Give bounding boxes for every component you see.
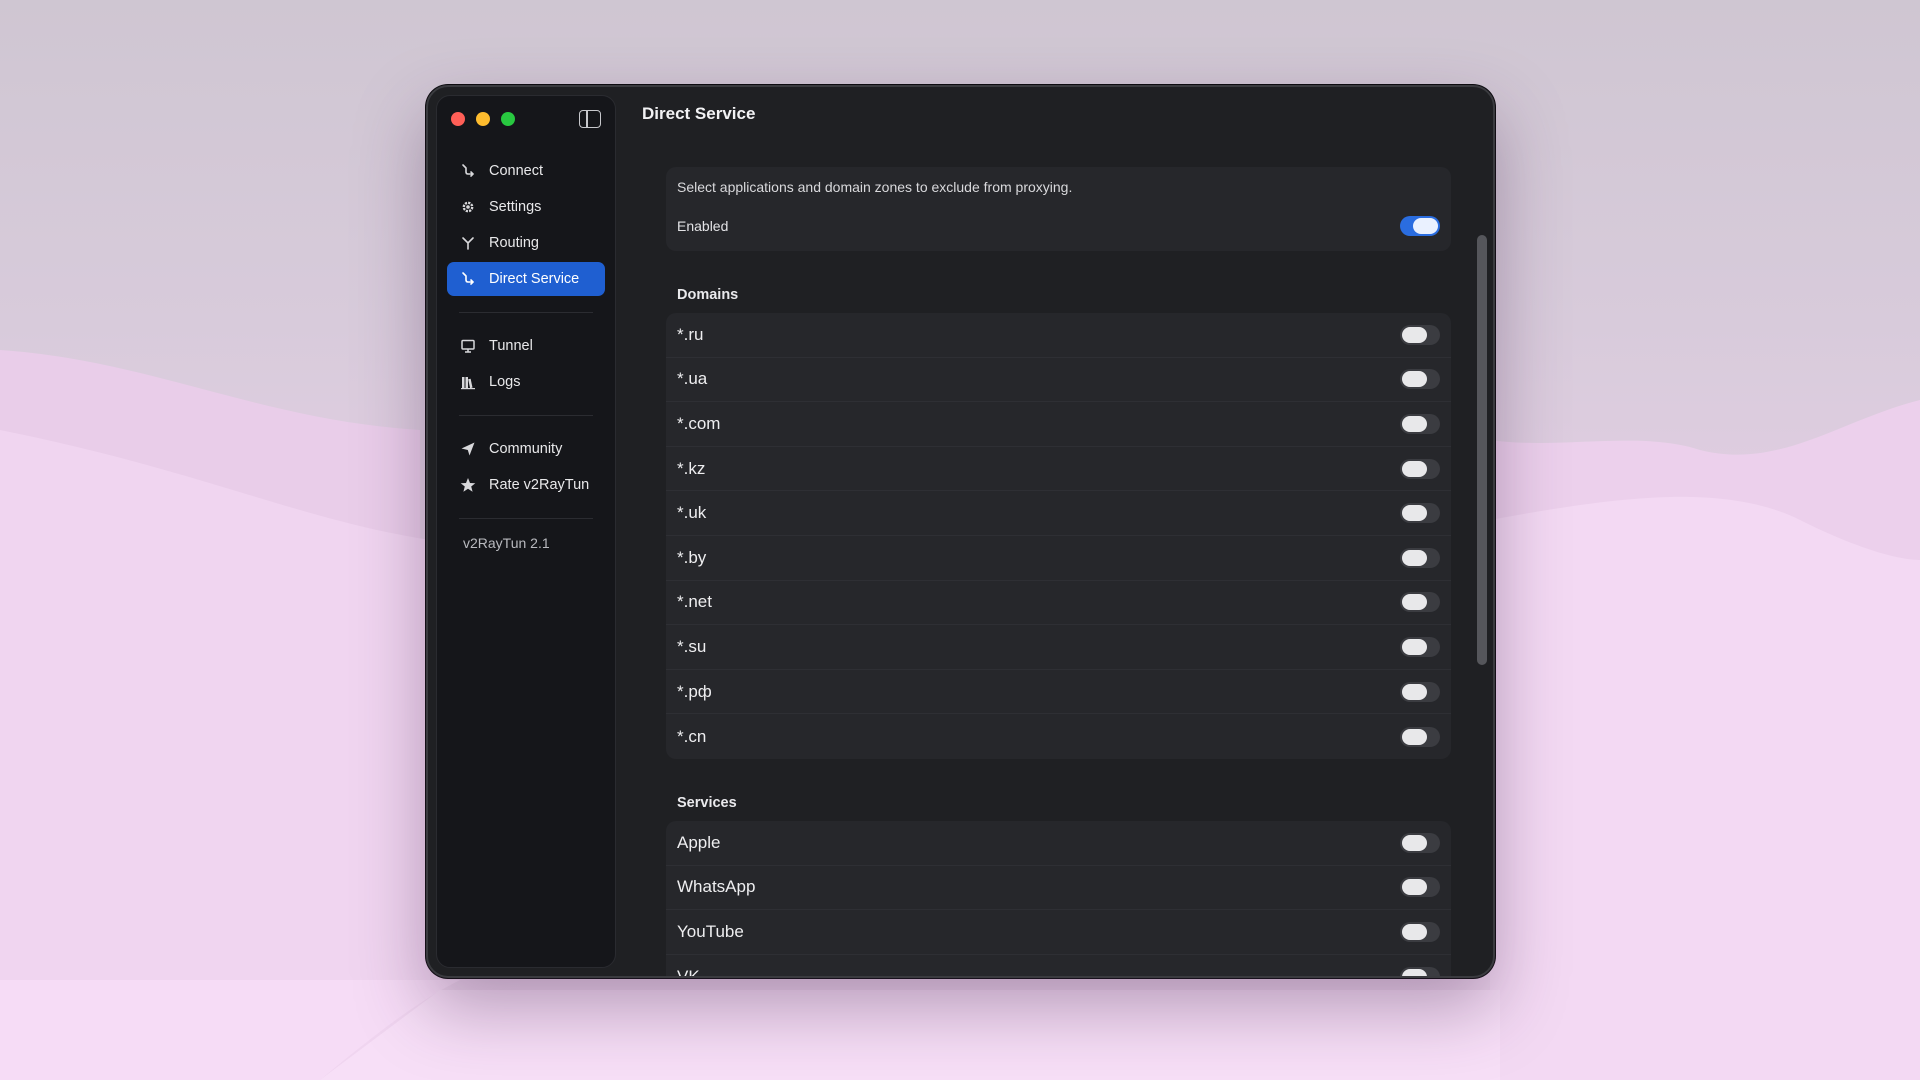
domain-toggle[interactable]	[1400, 726, 1440, 747]
list-item: WhatsApp	[666, 866, 1451, 911]
list-item: *.cn	[666, 714, 1451, 759]
service-label: WhatsApp	[677, 877, 756, 897]
sidebar-item-direct-service[interactable]: Direct Service	[447, 262, 605, 296]
service-toggle[interactable]	[1400, 967, 1440, 976]
domain-toggle[interactable]	[1400, 458, 1440, 479]
gear-icon	[459, 198, 477, 216]
domain-toggle[interactable]	[1400, 636, 1440, 657]
sidebar-item-label: Direct Service	[489, 271, 580, 287]
scrollbar[interactable]	[1477, 235, 1487, 665]
list-item: *.by	[666, 536, 1451, 581]
domain-toggle[interactable]	[1400, 503, 1440, 524]
sidebar-item-connect[interactable]: Connect	[447, 154, 605, 188]
enabled-row: Enabled	[677, 216, 1440, 236]
content-scroll-area: Select applications and domain zones to …	[666, 167, 1451, 976]
sidebar: Connect Settings Routing Direct Service	[436, 95, 616, 968]
service-toggle[interactable]	[1400, 921, 1440, 942]
list-item: *.ua	[666, 358, 1451, 403]
domain-toggle[interactable]	[1400, 592, 1440, 613]
routing-icon	[459, 234, 477, 252]
sidebar-divider	[459, 518, 593, 519]
sidebar-item-label: Settings	[489, 199, 542, 215]
domain-label: *.by	[677, 547, 707, 567]
service-toggle[interactable]	[1400, 877, 1440, 898]
service-label: YouTube	[677, 921, 744, 941]
sidebar-item-tunnel[interactable]: Tunnel	[447, 329, 605, 363]
domain-toggle[interactable]	[1400, 547, 1440, 568]
sidebar-divider	[459, 415, 593, 416]
list-item: *.com	[666, 402, 1451, 447]
enabled-label: Enabled	[677, 218, 729, 234]
list-item: *.рф	[666, 670, 1451, 715]
sidebar-item-community[interactable]: Community	[447, 432, 605, 466]
window-controls	[451, 112, 515, 126]
enabled-toggle[interactable]	[1400, 216, 1440, 236]
app-window: Connect Settings Routing Direct Service	[426, 85, 1495, 978]
domain-label: *.kz	[677, 458, 706, 478]
domain-label: *.ru	[677, 324, 704, 344]
domain-label: *.cn	[677, 726, 707, 746]
monitor-icon	[459, 337, 477, 355]
list-item: *.kz	[666, 447, 1451, 492]
sidebar-item-settings[interactable]: Settings	[447, 190, 605, 224]
main-panel: Direct Service Select applications and d…	[626, 87, 1493, 976]
paper-plane-icon	[459, 440, 477, 458]
domain-toggle[interactable]	[1400, 324, 1440, 345]
sidebar-item-routing[interactable]: Routing	[447, 226, 605, 260]
domain-label: *.com	[677, 413, 721, 433]
services-section-title: Services	[677, 794, 737, 811]
star-icon	[459, 476, 477, 494]
sidebar-item-rate[interactable]: Rate v2RayTun	[447, 468, 605, 502]
domains-section-title: Domains	[677, 287, 739, 303]
maximize-window-button[interactable]	[501, 112, 515, 126]
service-label: Apple	[677, 832, 721, 852]
sidebar-item-label: Logs	[489, 374, 521, 390]
sidebar-item-label: Community	[489, 441, 563, 457]
app-version: v2RayTun 2.1	[463, 535, 550, 551]
domain-toggle[interactable]	[1400, 369, 1440, 390]
services-list: Apple WhatsApp YouTube VK	[666, 820, 1451, 976]
domain-label: *.ua	[677, 369, 708, 389]
list-item: YouTube	[666, 910, 1451, 955]
intro-description: Select applications and domain zones to …	[677, 179, 1073, 195]
sidebar-nav: Connect Settings Routing Direct Service	[447, 154, 605, 551]
domain-toggle[interactable]	[1400, 681, 1440, 702]
list-item: VK	[666, 955, 1451, 976]
domain-label: *.рф	[677, 681, 712, 701]
connect-icon	[459, 162, 477, 180]
domain-toggle[interactable]	[1400, 413, 1440, 434]
direct-service-icon	[459, 270, 477, 288]
sidebar-divider	[459, 312, 593, 313]
sidebar-item-label: Rate v2RayTun	[489, 477, 590, 493]
domains-list: *.ru *.ua *.com *.kz *.uk *.by *.net *.s…	[666, 313, 1451, 759]
sidebar-item-logs[interactable]: Logs	[447, 365, 605, 399]
list-item: Apple	[666, 821, 1451, 866]
sidebar-toggle-icon[interactable]	[579, 110, 601, 128]
list-item: *.ru	[666, 313, 1451, 358]
domain-label: *.uk	[677, 503, 707, 523]
sidebar-item-label: Connect	[489, 163, 544, 179]
list-item: *.uk	[666, 491, 1451, 536]
list-item: *.net	[666, 581, 1451, 626]
minimize-window-button[interactable]	[476, 112, 490, 126]
sidebar-item-label: Tunnel	[489, 338, 533, 354]
service-toggle[interactable]	[1400, 832, 1440, 853]
page-title: Direct Service	[642, 104, 756, 123]
sidebar-item-label: Routing	[489, 235, 539, 251]
service-label: VK	[677, 967, 700, 976]
list-item: *.su	[666, 625, 1451, 670]
intro-card: Select applications and domain zones to …	[666, 167, 1451, 251]
domain-label: *.su	[677, 636, 707, 656]
close-window-button[interactable]	[451, 112, 465, 126]
logs-icon	[459, 373, 477, 391]
domain-label: *.net	[677, 592, 712, 612]
